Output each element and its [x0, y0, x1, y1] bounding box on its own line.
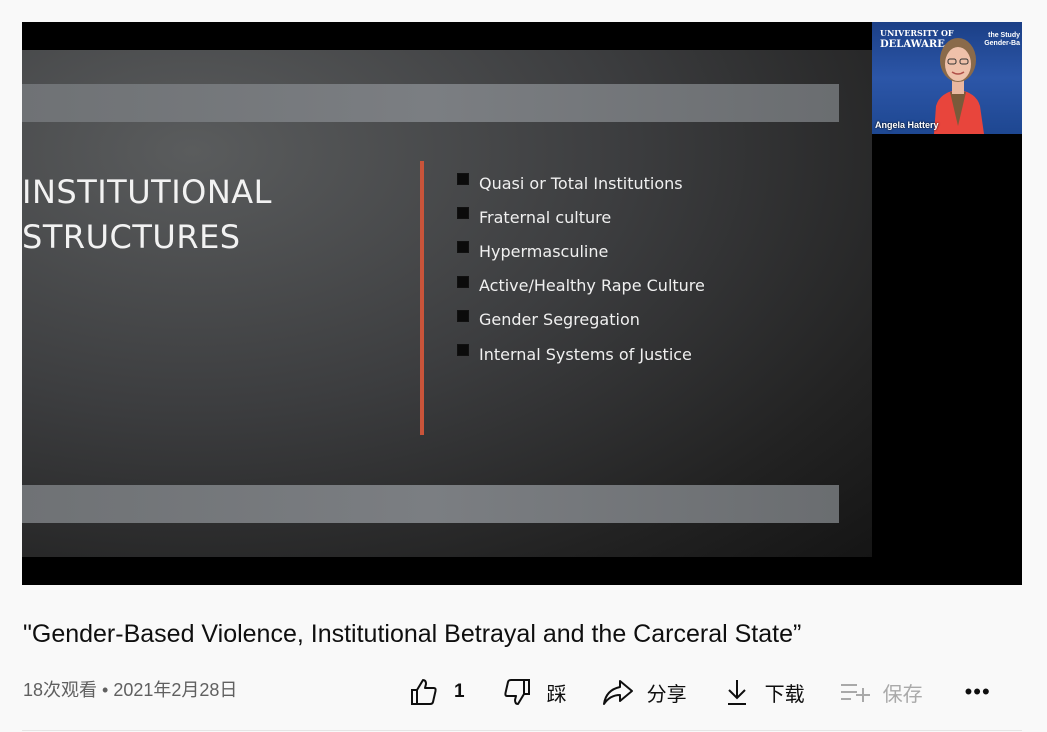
slide-bullet: Hypermasculine	[457, 234, 705, 268]
video-player[interactable]: INSTITUTIONAL STRUCTURES Quasi or Total …	[22, 22, 1022, 585]
slide-bullet: Gender Segregation	[457, 303, 705, 337]
slide-title-line-2: STRUCTURES	[22, 218, 241, 256]
download-button[interactable]: 下载	[725, 677, 805, 707]
slide-bullet: Quasi or Total Institutions	[457, 166, 705, 200]
like-button[interactable]: 1	[408, 676, 465, 708]
bullet-square-icon	[457, 275, 469, 288]
share-arrow-icon	[602, 680, 633, 705]
download-label: 下载	[764, 683, 805, 706]
like-count: 1	[454, 681, 465, 702]
speaker-webcam: UNIVERSITY OF DELAWARE. the Study Gender…	[872, 22, 1022, 134]
speaker-avatar	[934, 38, 984, 134]
video-title: "Gender-Based Violence, Institutional Be…	[23, 620, 802, 648]
dislike-button[interactable]: 踩	[501, 676, 567, 708]
save-button[interactable]: 保存	[839, 678, 923, 707]
video-meta: 18次观看 • 2021年2月28日	[23, 680, 238, 700]
slide-divider	[420, 161, 424, 435]
slide-bullet: Internal Systems of Justice	[457, 337, 705, 371]
share-button[interactable]: 分享	[601, 676, 687, 708]
bullet-square-icon	[457, 309, 469, 322]
slide-bottom-band	[22, 485, 839, 523]
save-label: 保存	[882, 683, 923, 706]
slide-title: INSTITUTIONAL STRUCTURES	[22, 170, 322, 260]
playlist-add-icon	[840, 684, 870, 702]
bottom-divider	[22, 730, 1022, 731]
webcam-side-text: the Study Gender-Ba	[984, 32, 1020, 47]
share-label: 分享	[646, 683, 687, 706]
slide-bullet: Active/Healthy Rape Culture	[457, 269, 705, 303]
bullet-square-icon	[457, 344, 469, 357]
speaker-name: Angela Hattery	[875, 120, 939, 130]
more-actions-button[interactable]: •••	[965, 679, 991, 705]
slide-bullet: Fraternal culture	[457, 200, 705, 234]
more-icon: •••	[964, 679, 991, 704]
thumbs-up-icon	[411, 679, 437, 705]
bullet-square-icon	[457, 173, 469, 186]
video-actions-bar: 1 踩 分享 下载 保存 •••	[408, 668, 991, 716]
slide-top-band	[22, 84, 839, 122]
download-icon	[727, 680, 746, 705]
slide-bullet-list: Quasi or Total Institutions Fraternal cu…	[457, 166, 705, 371]
thumbs-down-icon	[503, 679, 530, 705]
slide-title-line-1: INSTITUTIONAL	[22, 173, 272, 211]
dislike-label: 踩	[546, 683, 567, 706]
bullet-square-icon	[457, 207, 469, 220]
presentation-slide: INSTITUTIONAL STRUCTURES Quasi or Total …	[22, 50, 872, 557]
bullet-square-icon	[457, 241, 469, 254]
